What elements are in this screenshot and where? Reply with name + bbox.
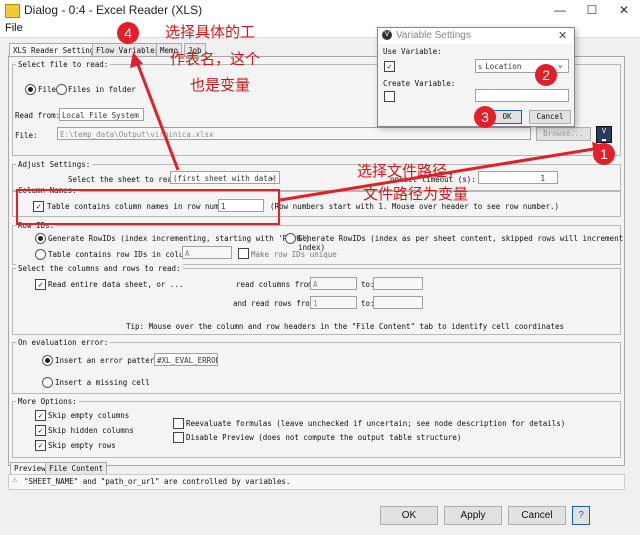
step-badge-2: 2 (535, 64, 557, 86)
annotation-path-line1: 选择文件路径， (357, 162, 463, 180)
arrow-tab-line (135, 61, 180, 171)
annotation-sheet-line3: 也是变量 (190, 76, 251, 94)
step-badge-3: 3 (474, 106, 496, 128)
annotation-sheet-line2: 作表名，这个 (170, 50, 261, 68)
step-badge-1: 1 (593, 143, 615, 165)
annotation-path-line2: 文件路径为变量 (363, 185, 469, 203)
step-badge-4: 4 (117, 22, 139, 44)
annotation-sheet-line1: 选择具体的工 (165, 23, 256, 41)
arrow-tab-head (130, 52, 143, 68)
